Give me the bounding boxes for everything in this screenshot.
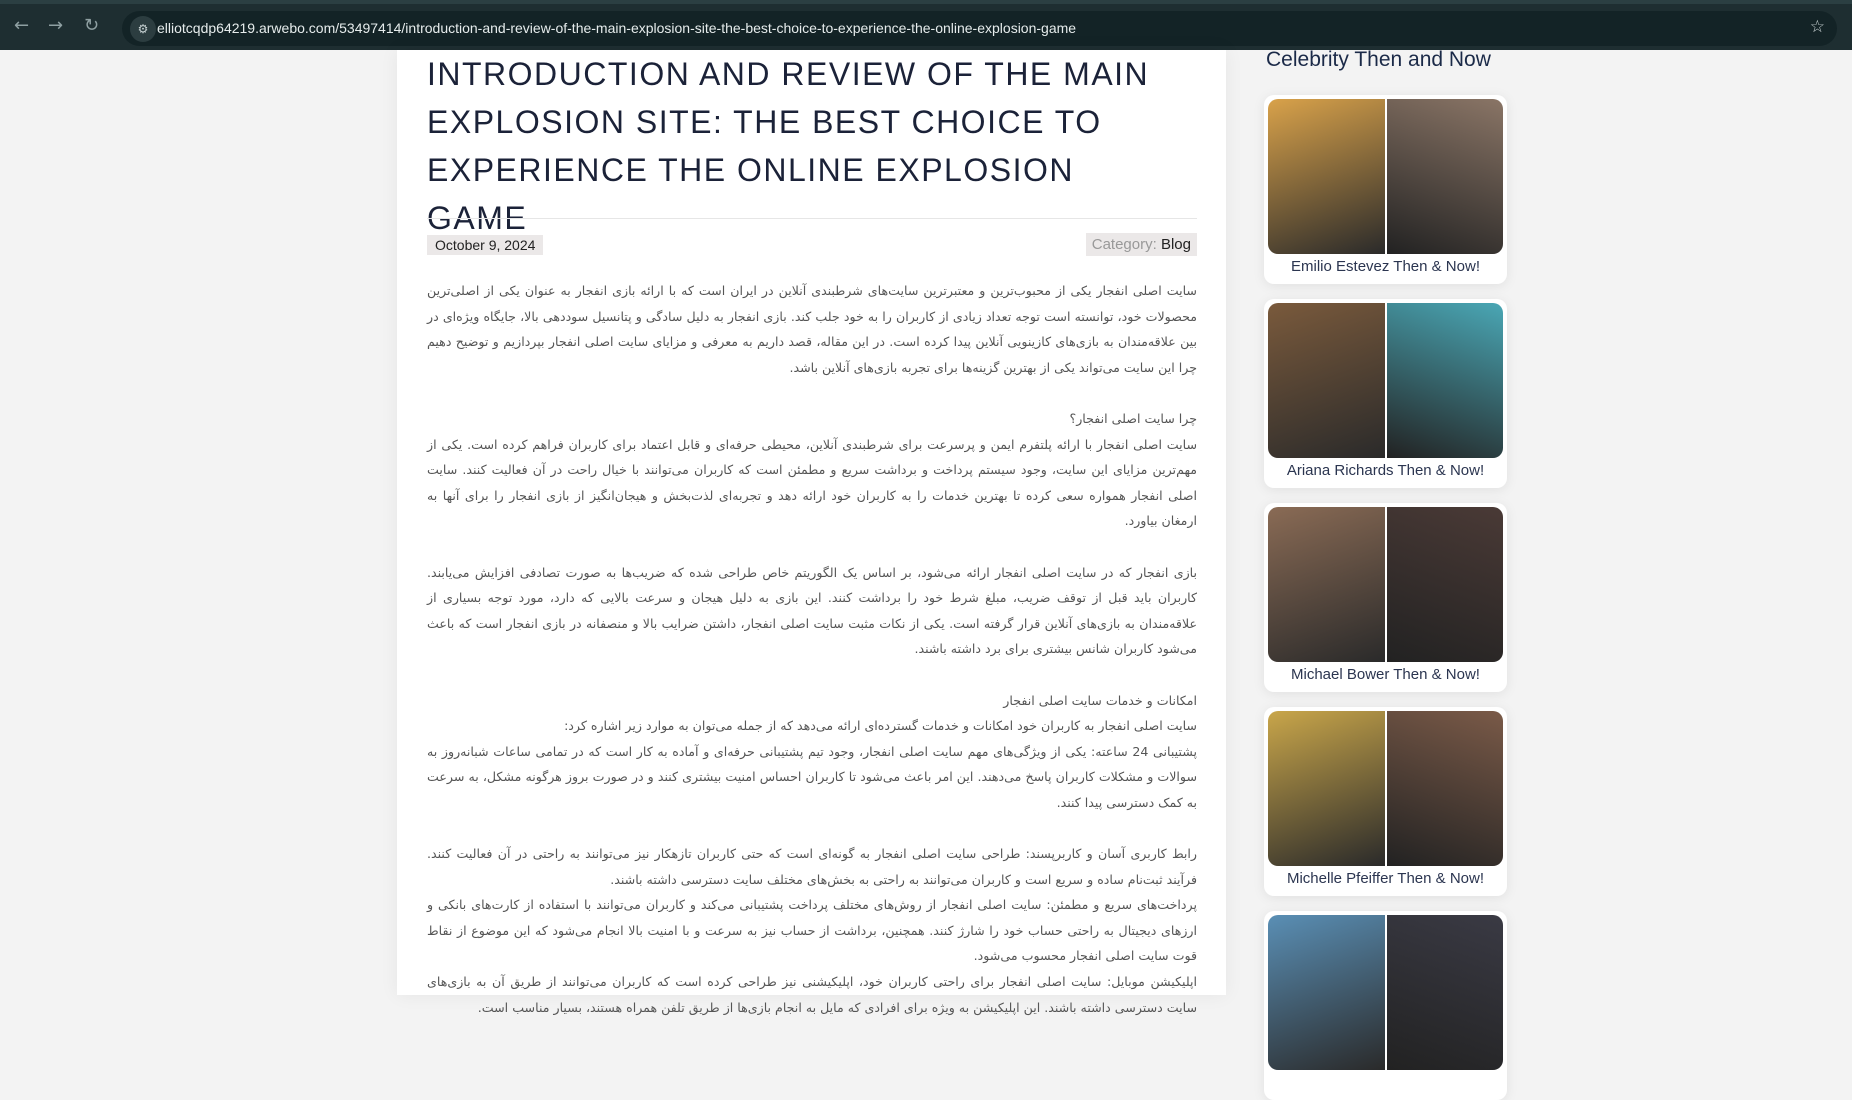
- now-photo: [1384, 711, 1503, 866]
- back-button[interactable]: ←: [14, 15, 29, 36]
- celebrity-card[interactable]: Emilio Estevez Then & Now!: [1264, 95, 1507, 284]
- paragraph: پشتیبانی 24 ساعته: یکی از ویژگی‌های مهم …: [427, 743, 1198, 810]
- reload-button[interactable]: ↻: [84, 15, 99, 36]
- sidebar-title: Celebrity Then and Now: [1266, 48, 1491, 71]
- celebrity-caption[interactable]: Michelle Pfeiffer Then & Now!: [1264, 870, 1507, 887]
- now-photo: [1384, 303, 1503, 458]
- category-label: Category:: [1091, 236, 1157, 253]
- divider: [427, 218, 1197, 219]
- celebrity-caption[interactable]: Michael Bower Then & Now!: [1264, 666, 1507, 683]
- celebrity-card[interactable]: Michelle Pfeiffer Then & Now!: [1264, 707, 1507, 896]
- paragraph: سایت اصلی انفجار با ارائه پلتفرم ایمن و …: [427, 436, 1197, 529]
- now-photo: [1384, 915, 1503, 1070]
- category-link[interactable]: Blog: [1161, 236, 1191, 253]
- article-date: October 9, 2024: [427, 235, 544, 255]
- site-info-icon[interactable]: ⚙: [130, 16, 156, 42]
- article-body: سایت اصلی انفجار یکی از محبوب‌ترین و معت…: [427, 278, 1197, 1020]
- now-photo: [1384, 99, 1503, 254]
- paragraph: رابط کاربری آسان و کاربرپسند: طراحی سایت…: [427, 846, 1197, 887]
- celebrity-photos[interactable]: [1268, 99, 1503, 254]
- celebrity-caption[interactable]: Ariana Richards Then & Now!: [1264, 462, 1507, 479]
- then-photo: [1268, 507, 1385, 662]
- paragraph: پرداخت‌های سریع و مطمئن: سایت اصلی انفجا…: [427, 897, 1197, 964]
- url-text[interactable]: elliotcqdp64219.arwebo.com/53497414/intr…: [157, 20, 1076, 36]
- section-heading: امکانات و خدمات سایت اصلی انفجار: [1003, 692, 1197, 708]
- article: Introduction and review of the main expl…: [397, 50, 1226, 1015]
- celebrity-caption[interactable]: Emilio Estevez Then & Now!: [1264, 258, 1507, 275]
- now-photo: [1384, 507, 1503, 662]
- browser-toolbar: ← → ↻ ⚙ elliotcqdp64219.arwebo.com/53497…: [0, 0, 1852, 50]
- paragraph: سایت اصلی انفجار یکی از محبوب‌ترین و معت…: [427, 283, 1197, 375]
- celebrity-photos[interactable]: [1268, 507, 1503, 662]
- celebrity-card[interactable]: Michael Bower Then & Now!: [1264, 503, 1507, 692]
- forward-button[interactable]: →: [48, 15, 63, 36]
- paragraph: بازی انفجار که در سایت اصلی انفجار ارائه…: [427, 564, 1197, 657]
- celebrity-photos[interactable]: [1268, 915, 1503, 1070]
- paragraph: سایت اصلی انفجار به کاربران خود امکانات …: [564, 718, 1197, 734]
- then-photo: [1268, 303, 1385, 458]
- celebrity-photos[interactable]: [1268, 303, 1503, 458]
- address-bar[interactable]: ⚙ elliotcqdp64219.arwebo.com/53497414/in…: [122, 11, 1837, 46]
- section-heading: چرا سایت اصلی انفجار؟: [1069, 410, 1197, 426]
- article-title: Introduction and review of the main expl…: [427, 56, 1150, 236]
- bookmark-star-icon[interactable]: ☆: [1810, 17, 1825, 37]
- then-photo: [1268, 99, 1385, 254]
- celebrity-card[interactable]: Ariana Richards Then & Now!: [1264, 299, 1507, 488]
- celebrity-card[interactable]: [1264, 911, 1507, 1100]
- then-photo: [1268, 711, 1385, 866]
- then-photo: [1268, 915, 1385, 1070]
- article-category: Category: Blog: [1085, 233, 1197, 256]
- celebrity-photos[interactable]: [1268, 711, 1503, 866]
